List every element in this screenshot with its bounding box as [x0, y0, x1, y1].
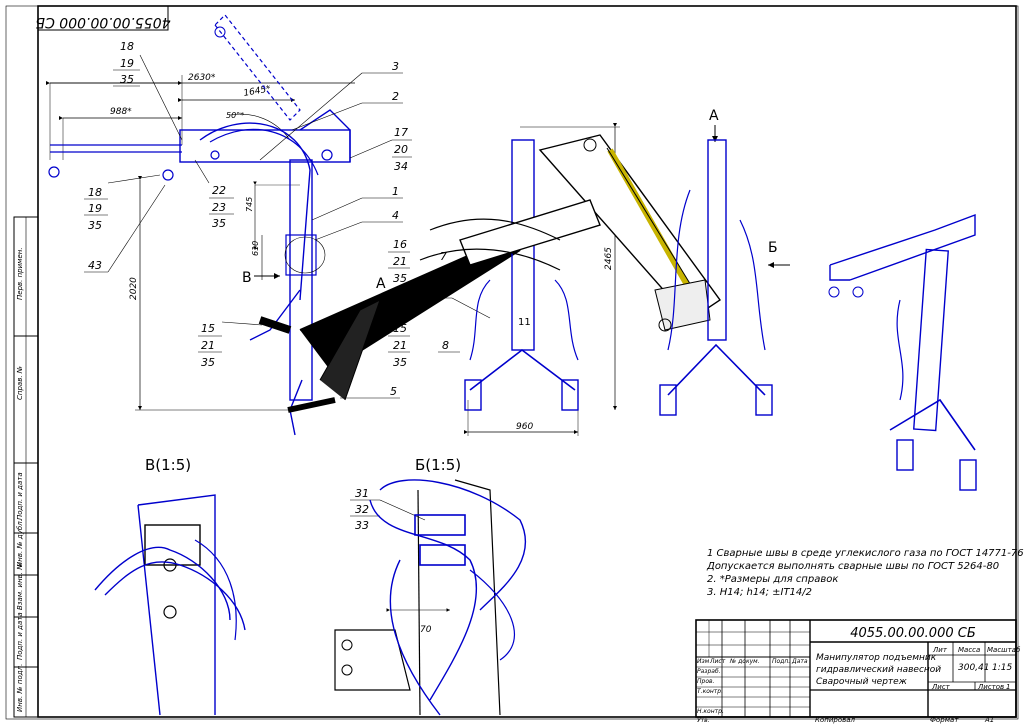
dim-2465: 2465: [604, 247, 614, 270]
pos-34: 34: [394, 160, 408, 173]
pos-19b: 19: [88, 202, 102, 215]
tb-sheets-value: 1: [1006, 683, 1010, 691]
top-stamp-text: 4055.00.00.000 СБ: [35, 14, 170, 30]
tb-role-prov: Пров.: [697, 678, 715, 685]
note-1: 1 Сварные швы в среде углекислого газа п…: [707, 548, 1024, 559]
pos-6: 6: [440, 285, 447, 298]
dim-960: 960: [516, 422, 533, 432]
dim-610: 610: [251, 241, 260, 256]
pos-31: 31: [355, 487, 369, 500]
tb-row-date: Дата: [791, 658, 808, 665]
tb-name-1: Манипулятор подъемник: [816, 653, 937, 663]
detail-view-B: Б(1:5) 31 32 33 70: [334, 456, 527, 716]
pos-19a: 19: [120, 57, 134, 70]
view-arrow-B: Б: [768, 240, 778, 256]
tb-name-2: гидравлический навесной: [816, 665, 941, 675]
dim-70: 70: [420, 625, 432, 635]
pos-35a: 35: [120, 73, 134, 86]
pos-2: 2: [392, 90, 399, 103]
pos-35b: 35: [393, 272, 407, 285]
pos-16: 16: [393, 238, 407, 251]
dim-988: 988*: [110, 107, 132, 117]
pos-21c: 21: [393, 339, 407, 352]
sheet-frame: [37, 5, 1017, 718]
note-1b: Допускается выполнять сварные швы по ГОС…: [706, 561, 999, 572]
tb-sheet-label: Лист: [931, 683, 951, 691]
pos-22: 22: [212, 184, 226, 197]
tb-lit-label: Лит: [932, 646, 948, 654]
pos-43: 43: [88, 259, 102, 272]
side-stamp-6: Подп. и дата: [16, 612, 24, 660]
pos-15a: 15: [201, 322, 215, 335]
pos-15b: 15: [393, 322, 407, 335]
pos-11: 11: [518, 317, 531, 328]
title-block: Изм Лист № докум. Подп. Дата Разраб. Про…: [695, 619, 1021, 724]
pos-18b: 18: [88, 186, 102, 199]
side-stamp-5: Взам. инв. №: [16, 562, 24, 610]
pos-35d: 35: [212, 217, 226, 230]
tb-row-doc: № докум.: [729, 658, 760, 665]
tb-row-podp: Подп.: [772, 658, 790, 665]
tb-scale-label: Масштаб: [987, 646, 1021, 654]
view-arrow-A-top: A: [709, 108, 719, 124]
pos-3: 3: [392, 60, 399, 73]
pos-35f: 35: [393, 356, 407, 369]
tb-sheets-label: Листов: [977, 683, 1004, 691]
pos-35e: 35: [201, 356, 215, 369]
isometric-view: [828, 213, 977, 491]
pos-32: 32: [355, 503, 369, 516]
tb-mass-label: Масса: [958, 646, 980, 654]
dim-50deg: 50°*: [226, 111, 244, 120]
dim-2020: 2020: [129, 277, 139, 300]
note-3: 3. H14; h14; ±IT14/2: [707, 587, 812, 598]
tb-scale-value: 1:15: [992, 663, 1012, 673]
tb-name-3: Сварочный чертеж: [816, 677, 908, 687]
pos-5: 5: [390, 385, 397, 398]
tb-designation: 4055.00.00.000 СБ: [850, 626, 976, 641]
pos-23: 23: [212, 201, 226, 214]
top-stamp: 4055.00.00.000 СБ: [35, 5, 171, 31]
detail-view-B-title: Б(1:5): [415, 456, 461, 474]
side-stamp-7: Инв. № подл.: [16, 664, 24, 712]
tb-mass-value: 300,41: [958, 663, 990, 673]
view-arrow-V: В: [242, 270, 252, 286]
footer-format-label: Формат: [930, 716, 959, 724]
footer-format-value: A1: [984, 716, 994, 724]
side-stamp-4: Инв. № дубл.: [16, 519, 24, 567]
tb-row-list: Лист: [709, 658, 726, 665]
tb-role-utv: Утв.: [697, 717, 710, 724]
dim-745: 745: [245, 197, 254, 212]
tb-row-izm: Изм: [697, 658, 710, 665]
pos-1: 1: [392, 185, 399, 198]
outer-trim: [5, 5, 1019, 720]
side-stamp-2: Справ. №: [16, 366, 24, 400]
pos-8: 8: [442, 339, 449, 352]
pos-17: 17: [394, 126, 408, 139]
pos-33: 33: [355, 519, 369, 532]
pos-4: 4: [392, 209, 399, 222]
tb-role-tkontr: Т.контр.: [697, 688, 723, 695]
pos-35c: 35: [88, 219, 102, 232]
detail-view-V-title: В(1:5): [145, 456, 191, 474]
technical-notes: 1 Сварные швы в среде углекислого газа п…: [706, 548, 1024, 598]
note-2: 2. *Размеры для справок: [707, 574, 838, 585]
dim-2630: 2630*: [188, 73, 216, 83]
detail-view-V: В(1:5): [94, 456, 246, 716]
tb-role-razrab: Разраб.: [697, 668, 721, 675]
pos-21b: 21: [201, 339, 215, 352]
pos-20: 20: [394, 143, 408, 156]
side-stamps: Перв. примен. Справ. № Подп. и дата Инв.…: [13, 216, 39, 718]
drawing-canvas[interactable]: 4055.00.00.000 СБ Перв. примен. Справ. №…: [0, 0, 1024, 725]
drawing-sheet: 4055.00.00.000 СБ Перв. примен. Справ. №…: [0, 0, 1024, 725]
view-arrow-A-mid: A: [376, 276, 386, 292]
side-stamp-3: Подп. и дата: [16, 472, 24, 520]
side-stamp-1: Перв. примен.: [16, 247, 24, 300]
pos-18a: 18: [120, 40, 134, 53]
pos-21a: 21: [393, 255, 407, 268]
tb-role-nkontr: Н.контр.: [697, 708, 724, 715]
footer-copied: Копировал: [815, 716, 856, 724]
